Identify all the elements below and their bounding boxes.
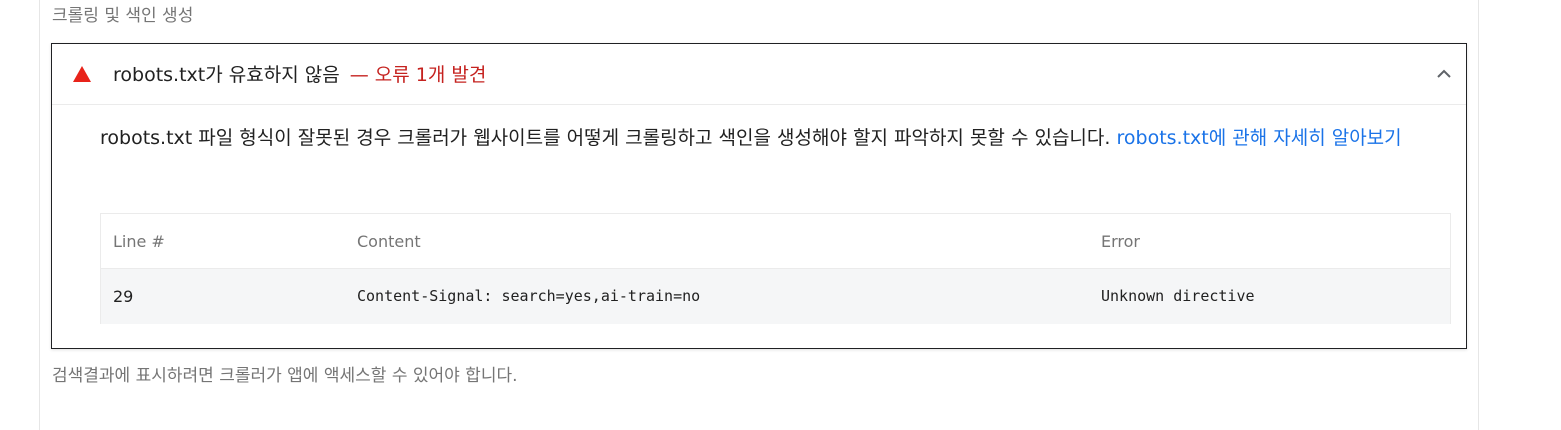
audit-robots-txt: robots.txt가 유효하지 않음 — 오류 1개 발견 robots.txt… (51, 43, 1467, 349)
group-footer-note: 검색결과에 표시하려면 크롤러가 앱에 액세스할 수 있어야 합니다. (52, 366, 518, 386)
chevron-up-icon[interactable] (1436, 66, 1452, 82)
column-header-content: Content (357, 232, 421, 251)
details-table: Line # Content Error 29 Content-Signal: … (100, 213, 1451, 324)
cell-content: Content-Signal: search=yes,ai-train=no (357, 287, 701, 305)
learn-more-link[interactable]: robots.txt에 관해 자세히 알아보기 (1116, 127, 1401, 149)
cell-error: Unknown directive (1101, 287, 1255, 305)
audit-description: robots.txt 파일 형식이 잘못된 경우 크롤러가 웹사이트를 어떻게 … (100, 120, 1452, 156)
audit-title-text: robots.txt가 유효하지 않음 (113, 64, 340, 86)
audit-error-summary: — 오류 1개 발견 (349, 64, 487, 86)
table-header: Line # Content Error (101, 214, 1450, 269)
audit-title: robots.txt가 유효하지 않음 — 오류 1개 발견 (113, 62, 486, 88)
table-row: 29 Content-Signal: search=yes,ai-train=n… (101, 269, 1450, 324)
column-header-line: Line # (113, 232, 165, 251)
fail-triangle-icon (73, 66, 91, 82)
audit-header[interactable]: robots.txt가 유효하지 않음 — 오류 1개 발견 (52, 44, 1466, 105)
audit-description-text: robots.txt 파일 형식이 잘못된 경우 크롤러가 웹사이트를 어떻게 … (100, 127, 1117, 149)
cell-line-number: 29 (113, 287, 134, 306)
column-header-error: Error (1101, 232, 1140, 251)
group-title: 크롤링 및 색인 생성 (52, 6, 194, 26)
